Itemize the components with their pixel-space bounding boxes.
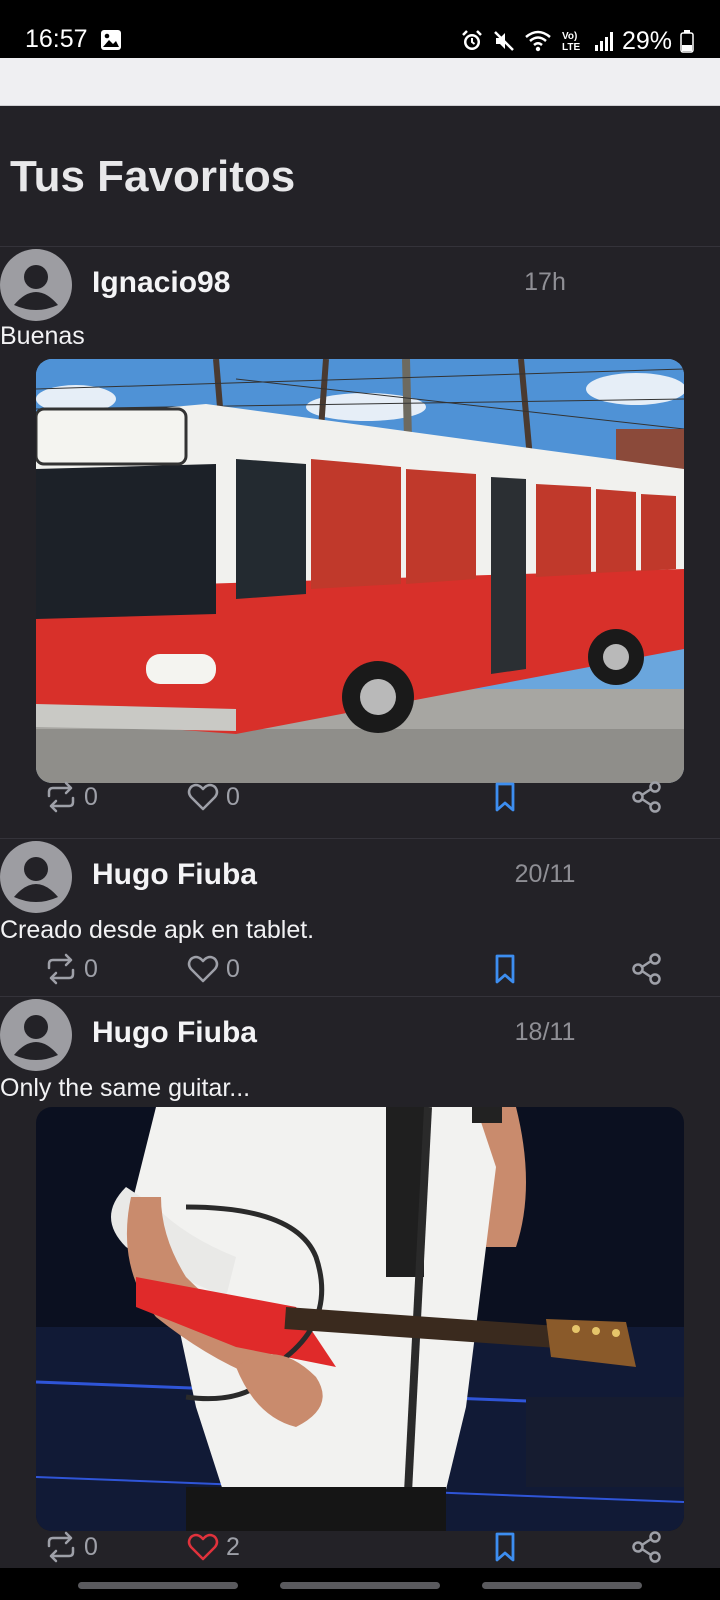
post-image-bus[interactable] [36,359,684,783]
heart-filled-icon [186,1530,220,1564]
avatar[interactable] [0,999,72,1071]
share-icon [630,952,664,986]
retweet-count: 0 [84,782,98,811]
post-text: Creado desde apk en tablet. [0,916,315,944]
photo-icon [100,29,122,51]
battery-icon [680,29,694,53]
svg-text:LTE: LTE [562,42,580,53]
signal-icon [594,30,614,52]
bookmark-icon [488,952,522,986]
bookmark-icon [488,1530,522,1564]
post-image-guitar[interactable] [36,1107,684,1531]
mute-icon [492,29,516,53]
avatar[interactable] [0,249,72,321]
post-card[interactable]: Ignacio98 17h Buenas 0 0 [0,246,720,838]
status-bar: 16:57 Vo) LTE 29% [0,0,720,58]
bookmark-button[interactable] [488,777,522,817]
top-app-bar [0,58,720,106]
post-text: Only the same guitar... [0,1074,251,1102]
like-count: 0 [226,782,240,811]
retweet-icon [44,1530,78,1564]
avatar[interactable] [0,841,72,913]
system-nav-bar [0,1568,720,1600]
alarm-icon [460,29,484,53]
page-title: Tus Favoritos [10,152,296,201]
heart-outline-icon [186,780,220,814]
post-timestamp: 18/11 [514,1018,576,1046]
retweet-button[interactable]: 0 [44,949,98,989]
share-button[interactable] [630,949,664,989]
share-button[interactable] [630,1527,664,1567]
retweet-icon [44,780,78,814]
bookmark-button[interactable] [488,1527,522,1567]
nav-recents-button[interactable] [78,1582,238,1589]
post-card[interactable]: Hugo Fiuba 18/11 Only the same guitar... [0,996,720,1596]
nav-home-button[interactable] [280,1582,440,1589]
like-count: 2 [226,1532,240,1561]
like-button[interactable]: 0 [186,777,240,817]
post-actions: 0 0 [0,777,720,817]
battery-percentage: 29% [621,27,672,55]
share-icon [630,1530,664,1564]
volte-icon: Vo) LTE [560,29,586,53]
svg-text:Vo): Vo) [562,31,577,42]
like-count: 0 [226,954,240,983]
retweet-button[interactable]: 0 [44,1527,98,1567]
username[interactable]: Ignacio98 [92,265,230,301]
post-actions: 0 0 [0,949,720,989]
like-button[interactable]: 2 [186,1527,240,1567]
post-timestamp: 20/11 [514,860,576,888]
like-button[interactable]: 0 [186,949,240,989]
post-card[interactable]: Hugo Fiuba 20/11 Creado desde apk en tab… [0,838,720,996]
wifi-icon [524,29,552,53]
bookmark-icon [488,780,522,814]
bookmark-button[interactable] [488,949,522,989]
post-actions: 0 2 [0,1527,720,1567]
heart-outline-icon [186,952,220,986]
status-time: 16:57 [25,25,88,53]
retweet-icon [44,952,78,986]
retweet-count: 0 [84,954,98,983]
retweet-count: 0 [84,1532,98,1561]
share-icon [630,780,664,814]
share-button[interactable] [630,777,664,817]
post-text: Buenas [0,322,85,350]
post-timestamp: 17h [524,268,566,296]
username[interactable]: Hugo Fiuba [92,1015,257,1051]
retweet-button[interactable]: 0 [44,777,98,817]
favorites-feed: Ignacio98 17h Buenas 0 0 Hugo Fiuba 20/1… [0,246,720,1596]
nav-back-button[interactable] [482,1582,642,1589]
username[interactable]: Hugo Fiuba [92,857,257,893]
